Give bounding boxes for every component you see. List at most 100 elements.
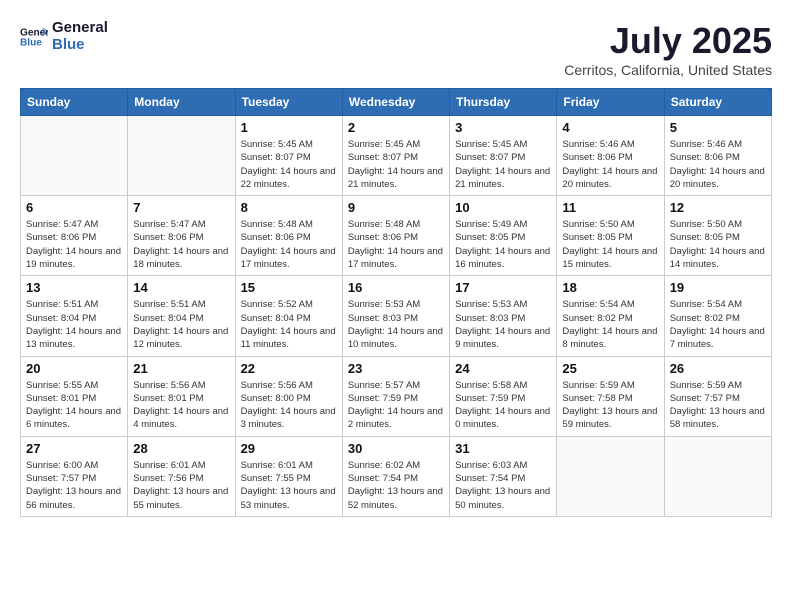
calendar-cell (557, 436, 664, 516)
day-number: 21 (133, 361, 229, 376)
page-header: General Blue General Blue July 2025 Cerr… (20, 20, 772, 78)
calendar-cell: 20 Sunrise: 5:55 AM Sunset: 8:01 PM Dayli… (21, 356, 128, 436)
day-detail: Sunrise: 5:51 AM Sunset: 8:04 PM Dayligh… (26, 298, 122, 351)
day-detail: Sunrise: 6:01 AM Sunset: 7:56 PM Dayligh… (133, 459, 229, 512)
calendar-cell: 8Sunrise: 5:48 AM Sunset: 8:06 PM Daylig… (235, 196, 342, 276)
calendar-cell (128, 116, 235, 196)
day-number: 10 (455, 200, 551, 215)
calendar-cell: 2 Sunrise: 5:45 AM Sunset: 8:07 PM Daylig… (342, 116, 449, 196)
day-number: 15 (241, 280, 337, 295)
day-detail: Sunrise: 5:48 AM Sunset: 8:06 PM Dayligh… (348, 218, 444, 271)
day-detail: Sunrise: 5:59 AM Sunset: 7:58 PM Dayligh… (562, 379, 658, 432)
day-number: 25 (562, 361, 658, 376)
day-number: 17 (455, 280, 551, 295)
day-number: 7 (133, 200, 229, 215)
day-number: 26 (670, 361, 766, 376)
location: Cerritos, California, United States (564, 62, 772, 78)
day-detail: Sunrise: 5:46 AM Sunset: 8:06 PM Dayligh… (562, 138, 658, 191)
calendar-cell (21, 116, 128, 196)
day-detail: Sunrise: 5:53 AM Sunset: 8:03 PM Dayligh… (455, 298, 551, 351)
day-detail: Sunrise: 6:00 AM Sunset: 7:57 PM Dayligh… (26, 459, 122, 512)
column-header-thursday: Thursday (450, 89, 557, 116)
calendar-cell: 16Sunrise: 5:53 AM Sunset: 8:03 PM Dayli… (342, 276, 449, 356)
logo-icon: General Blue (20, 23, 48, 51)
calendar-cell: 30Sunrise: 6:02 AM Sunset: 7:54 PM Dayli… (342, 436, 449, 516)
day-number: 14 (133, 280, 229, 295)
calendar-cell: 15 Sunrise: 5:52 AM Sunset: 8:04 PM Dayli… (235, 276, 342, 356)
day-number: 4 (562, 120, 658, 135)
calendar-cell: 29Sunrise: 6:01 AM Sunset: 7:55 PM Dayli… (235, 436, 342, 516)
day-detail: Sunrise: 5:45 AM Sunset: 8:07 PM Dayligh… (348, 138, 444, 191)
calendar-cell: 27 Sunrise: 6:00 AM Sunset: 7:57 PM Dayli… (21, 436, 128, 516)
calendar-cell: 26Sunrise: 5:59 AM Sunset: 7:57 PM Dayli… (664, 356, 771, 436)
day-number: 11 (562, 200, 658, 215)
calendar-cell: 28 Sunrise: 6:01 AM Sunset: 7:56 PM Dayli… (128, 436, 235, 516)
day-number: 1 (241, 120, 337, 135)
day-number: 19 (670, 280, 766, 295)
day-number: 28 (133, 441, 229, 456)
day-number: 24 (455, 361, 551, 376)
day-number: 2 (348, 120, 444, 135)
calendar-cell: 19Sunrise: 5:54 AM Sunset: 8:02 PM Dayli… (664, 276, 771, 356)
calendar-cell (664, 436, 771, 516)
day-detail: Sunrise: 5:56 AM Sunset: 8:00 PM Dayligh… (241, 379, 337, 432)
day-detail: Sunrise: 5:52 AM Sunset: 8:04 PM Dayligh… (241, 298, 337, 351)
logo-blue-text: Blue (52, 37, 108, 54)
logo-general-text: General (52, 20, 108, 37)
day-detail: Sunrise: 5:50 AM Sunset: 8:05 PM Dayligh… (670, 218, 766, 271)
week-row-3: 13 Sunrise: 5:51 AM Sunset: 8:04 PM Dayli… (21, 276, 772, 356)
calendar-cell: 23 Sunrise: 5:57 AM Sunset: 7:59 PM Dayli… (342, 356, 449, 436)
day-number: 18 (562, 280, 658, 295)
calendar-cell: 3Sunrise: 5:45 AM Sunset: 8:07 PM Daylig… (450, 116, 557, 196)
day-number: 13 (26, 280, 122, 295)
day-detail: Sunrise: 5:57 AM Sunset: 7:59 PM Dayligh… (348, 379, 444, 432)
day-detail: Sunrise: 5:45 AM Sunset: 8:07 PM Dayligh… (455, 138, 551, 191)
column-header-wednesday: Wednesday (342, 89, 449, 116)
calendar-cell: 1 Sunrise: 5:45 AM Sunset: 8:07 PM Daylig… (235, 116, 342, 196)
day-number: 8 (241, 200, 337, 215)
day-number: 22 (241, 361, 337, 376)
day-detail: Sunrise: 5:47 AM Sunset: 8:06 PM Dayligh… (133, 218, 229, 271)
day-detail: Sunrise: 6:03 AM Sunset: 7:54 PM Dayligh… (455, 459, 551, 512)
column-header-tuesday: Tuesday (235, 89, 342, 116)
calendar-header-row: SundayMondayTuesdayWednesdayThursdayFrid… (21, 89, 772, 116)
column-header-saturday: Saturday (664, 89, 771, 116)
week-row-5: 27 Sunrise: 6:00 AM Sunset: 7:57 PM Dayli… (21, 436, 772, 516)
column-header-monday: Monday (128, 89, 235, 116)
day-number: 27 (26, 441, 122, 456)
week-row-4: 20 Sunrise: 5:55 AM Sunset: 8:01 PM Dayli… (21, 356, 772, 436)
day-detail: Sunrise: 5:45 AM Sunset: 8:07 PM Dayligh… (241, 138, 337, 191)
column-header-friday: Friday (557, 89, 664, 116)
day-number: 29 (241, 441, 337, 456)
calendar-cell: 21 Sunrise: 5:56 AM Sunset: 8:01 PM Dayli… (128, 356, 235, 436)
calendar-cell: 22 Sunrise: 5:56 AM Sunset: 8:00 PM Dayli… (235, 356, 342, 436)
day-detail: Sunrise: 5:58 AM Sunset: 7:59 PM Dayligh… (455, 379, 551, 432)
day-number: 30 (348, 441, 444, 456)
calendar-cell: 6Sunrise: 5:47 AM Sunset: 8:06 PM Daylig… (21, 196, 128, 276)
calendar-cell: 4 Sunrise: 5:46 AM Sunset: 8:06 PM Daylig… (557, 116, 664, 196)
day-number: 23 (348, 361, 444, 376)
day-detail: Sunrise: 5:55 AM Sunset: 8:01 PM Dayligh… (26, 379, 122, 432)
day-detail: Sunrise: 5:46 AM Sunset: 8:06 PM Dayligh… (670, 138, 766, 191)
day-number: 20 (26, 361, 122, 376)
day-number: 5 (670, 120, 766, 135)
day-number: 6 (26, 200, 122, 215)
day-number: 12 (670, 200, 766, 215)
calendar-cell: 17 Sunrise: 5:53 AM Sunset: 8:03 PM Dayli… (450, 276, 557, 356)
day-number: 31 (455, 441, 551, 456)
column-header-sunday: Sunday (21, 89, 128, 116)
calendar-cell: 25 Sunrise: 5:59 AM Sunset: 7:58 PM Dayli… (557, 356, 664, 436)
calendar-cell: 11 Sunrise: 5:50 AM Sunset: 8:05 PM Dayli… (557, 196, 664, 276)
svg-text:Blue: Blue (20, 37, 42, 48)
calendar-cell: 31 Sunrise: 6:03 AM Sunset: 7:54 PM Dayli… (450, 436, 557, 516)
month-year: July 2025 (564, 20, 772, 62)
day-detail: Sunrise: 5:56 AM Sunset: 8:01 PM Dayligh… (133, 379, 229, 432)
calendar-cell: 5 Sunrise: 5:46 AM Sunset: 8:06 PM Daylig… (664, 116, 771, 196)
calendar-cell: 18 Sunrise: 5:54 AM Sunset: 8:02 PM Dayli… (557, 276, 664, 356)
day-detail: Sunrise: 5:54 AM Sunset: 8:02 PM Dayligh… (562, 298, 658, 351)
day-detail: Sunrise: 5:53 AM Sunset: 8:03 PM Dayligh… (348, 298, 444, 351)
day-number: 9 (348, 200, 444, 215)
calendar-cell: 12 Sunrise: 5:50 AM Sunset: 8:05 PM Dayli… (664, 196, 771, 276)
day-detail: Sunrise: 5:50 AM Sunset: 8:05 PM Dayligh… (562, 218, 658, 271)
calendar-table: SundayMondayTuesdayWednesdayThursdayFrid… (20, 88, 772, 517)
